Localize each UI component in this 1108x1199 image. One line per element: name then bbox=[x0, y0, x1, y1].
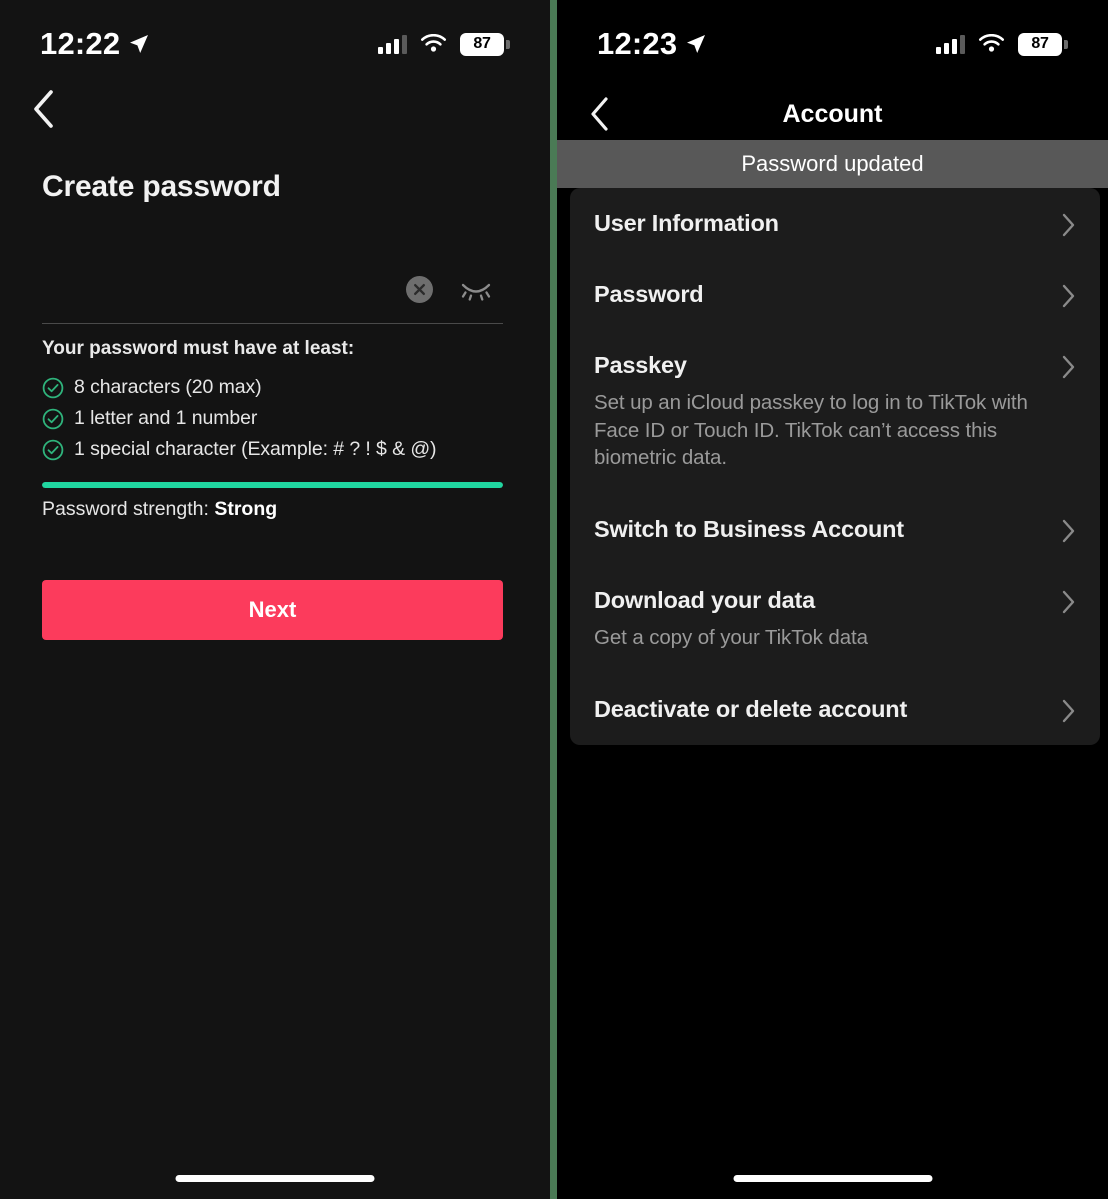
home-indicator bbox=[175, 1175, 375, 1182]
status-bar-left: 12:22 87 bbox=[0, 0, 550, 88]
status-time-group: 12:23 bbox=[597, 26, 708, 62]
navigation-bar: Account bbox=[557, 88, 1108, 140]
status-time: 12:22 bbox=[40, 26, 121, 61]
row-header: Download your data bbox=[594, 587, 1040, 614]
requirement-item: 1 letter and 1 number bbox=[42, 403, 512, 434]
page-title: Create password bbox=[42, 170, 281, 203]
settings-row-download-your-data[interactable]: Download your data Get a copy of your Ti… bbox=[594, 565, 1076, 674]
row-label: Deactivate or delete account bbox=[594, 695, 908, 722]
cellular-signal-icon bbox=[936, 34, 965, 54]
requirement-item: 1 special character (Example: # ? ! $ & … bbox=[42, 434, 512, 465]
password-requirements-list: 8 characters (20 max) 1 letter and 1 num… bbox=[42, 372, 512, 465]
wifi-icon bbox=[421, 34, 446, 52]
strength-prefix: Password strength: bbox=[42, 498, 215, 520]
row-header: Switch to Business Account bbox=[594, 516, 1040, 543]
chevron-right-icon bbox=[1062, 590, 1075, 614]
status-indicators: 87 bbox=[378, 32, 510, 56]
row-description: Get a copy of your TikTok data bbox=[594, 626, 868, 650]
status-indicators: 87 bbox=[936, 32, 1068, 56]
settings-row-password[interactable]: Password bbox=[594, 259, 1076, 330]
dual-screenshot-stage: 12:22 87 Create password Your password m… bbox=[0, 0, 1108, 1199]
toast-banner: Password updated bbox=[557, 140, 1108, 188]
check-circle-icon bbox=[42, 377, 64, 398]
right-phone-panel: 12:23 87 Account Password updated User I… bbox=[557, 0, 1108, 1199]
battery-tip bbox=[506, 39, 510, 49]
requirement-item: 8 characters (20 max) bbox=[42, 372, 512, 403]
row-label: Password bbox=[594, 281, 704, 307]
row-header: Passkey bbox=[594, 352, 1040, 379]
close-x-glyph bbox=[414, 284, 425, 295]
password-strength-bar bbox=[42, 482, 503, 488]
row-header: User Information bbox=[594, 210, 1040, 237]
row-label: Switch to Business Account bbox=[594, 516, 904, 543]
row-label: Download your data bbox=[594, 587, 815, 614]
eye-closed-glyph bbox=[461, 283, 491, 301]
chevron-left-icon bbox=[591, 97, 608, 131]
requirements-heading: Your password must have at least: bbox=[42, 338, 355, 359]
status-time: 12:23 bbox=[597, 26, 678, 61]
password-strength-label: Password strength: Strong bbox=[42, 498, 277, 521]
row-description: Set up an iCloud passkey to log in to Ti… bbox=[594, 391, 1028, 470]
next-button[interactable]: Next bbox=[42, 580, 503, 640]
battery-icon: 87 bbox=[1018, 32, 1068, 56]
settings-row-switch-to-business-account[interactable]: Switch to Business Account bbox=[594, 494, 1076, 565]
chevron-left-icon bbox=[34, 90, 53, 128]
row-header: Password bbox=[594, 281, 1040, 308]
chevron-right-icon bbox=[1062, 213, 1075, 237]
battery-icon: 87 bbox=[460, 32, 510, 56]
home-indicator bbox=[733, 1175, 932, 1182]
check-circle-icon bbox=[42, 439, 64, 460]
settings-row-deactivate-or-delete-account[interactable]: Deactivate or delete account bbox=[594, 674, 1076, 745]
back-button[interactable] bbox=[575, 88, 625, 140]
account-settings-card: User Information Password Passkey Set up… bbox=[570, 188, 1100, 745]
eye-closed-icon[interactable] bbox=[459, 275, 493, 305]
row-header: Deactivate or delete account bbox=[594, 696, 1040, 723]
row-label: Passkey bbox=[594, 352, 687, 378]
cellular-signal-icon bbox=[378, 34, 407, 54]
location-arrow-icon bbox=[687, 35, 706, 53]
wifi-icon bbox=[979, 34, 1004, 52]
password-input[interactable] bbox=[42, 256, 406, 323]
status-bar-right: 12:23 87 bbox=[557, 0, 1108, 88]
clear-circle-x-icon[interactable] bbox=[406, 276, 433, 303]
password-strength-fill bbox=[42, 482, 503, 488]
requirement-label: 1 letter and 1 number bbox=[74, 407, 258, 429]
battery-level: 87 bbox=[460, 32, 504, 56]
requirement-label: 8 characters (20 max) bbox=[74, 376, 262, 398]
settings-row-user-information[interactable]: User Information bbox=[594, 188, 1076, 259]
chevron-right-icon bbox=[1062, 355, 1075, 379]
password-field-row bbox=[42, 256, 503, 324]
panel-divider bbox=[550, 0, 557, 1199]
location-arrow-icon bbox=[130, 35, 149, 53]
status-time-group: 12:22 bbox=[40, 26, 151, 62]
battery-level: 87 bbox=[1018, 32, 1062, 56]
requirement-label: 1 special character (Example: # ? ! $ & … bbox=[74, 438, 437, 460]
left-phone-panel: 12:22 87 Create password Your password m… bbox=[0, 0, 550, 1199]
battery-tip bbox=[1064, 39, 1068, 49]
check-circle-icon bbox=[42, 408, 64, 429]
strength-value: Strong bbox=[214, 498, 278, 520]
chevron-right-icon bbox=[1062, 519, 1075, 543]
back-button[interactable] bbox=[18, 84, 70, 134]
settings-row-passkey[interactable]: Passkey Set up an iCloud passkey to log … bbox=[594, 330, 1076, 494]
chevron-right-icon bbox=[1062, 699, 1075, 722]
row-label: User Information bbox=[594, 210, 779, 236]
page-title: Account bbox=[782, 99, 883, 128]
chevron-right-icon bbox=[1062, 284, 1075, 308]
